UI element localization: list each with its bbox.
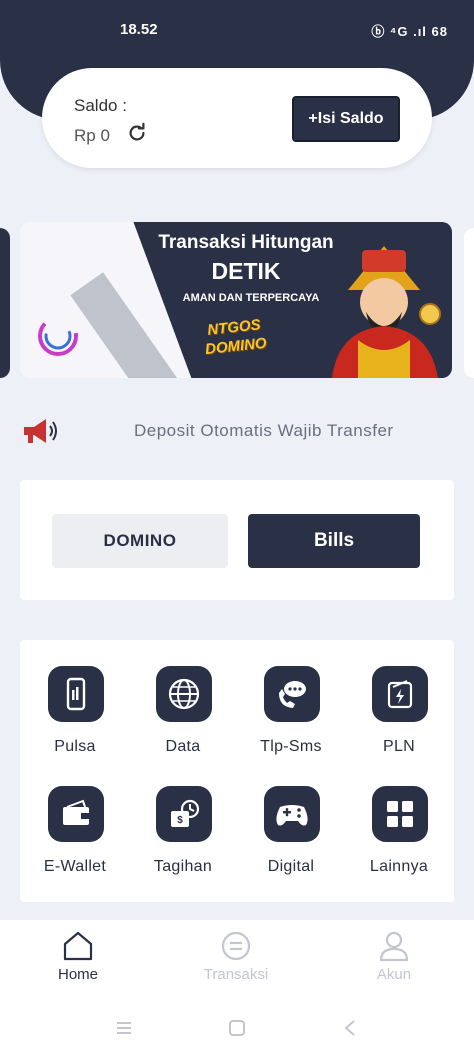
tab-domino[interactable]: DOMINO <box>52 514 228 568</box>
menu-item-tlp-sms[interactable]: Tlp-Sms <box>244 666 338 776</box>
recent-apps-icon[interactable] <box>112 1016 136 1040</box>
wallet-icon <box>48 786 104 842</box>
announcement-text: Deposit Otomatis Wajib Transfer <box>134 421 394 440</box>
menu-label: Lainnya <box>369 858 429 875</box>
nav-label-akun: Akun <box>376 966 412 983</box>
menu-label: Digital <box>267 858 315 875</box>
status-bar: 18.52 ⓑ ⁴G .ıl 68 <box>0 0 474 48</box>
nav-akun[interactable]: Akun <box>344 930 444 996</box>
nav-home[interactable]: Home <box>28 930 128 996</box>
menu-label: Tlp-Sms <box>260 738 322 755</box>
status-time: 18.52 <box>120 21 158 38</box>
gamepad-icon <box>264 786 320 842</box>
svg-text:$: $ <box>177 815 183 826</box>
menu-item-e-wallet[interactable]: E-Wallet <box>28 786 122 896</box>
menu-label: PLN <box>382 738 416 755</box>
menu-item-data[interactable]: Data <box>136 666 230 776</box>
fortune-god-illustration <box>332 246 441 378</box>
menu-item-lainnya[interactable]: Lainnya <box>352 786 446 896</box>
back-icon[interactable] <box>338 1016 362 1040</box>
nav-transaksi[interactable]: Transaksi <box>186 930 286 996</box>
banner-prev-peek[interactable] <box>0 228 10 378</box>
banner-next-peek[interactable] <box>464 228 474 378</box>
chat-call-icon <box>264 666 320 722</box>
megaphone-icon <box>24 419 57 443</box>
home-icon <box>63 931 93 961</box>
grid-icon <box>372 786 428 842</box>
promo-banner[interactable]: Transaksi Hitungan DETIK AMAN DAN TERPER… <box>20 222 452 378</box>
menu-item-tagihan[interactable]: $ Tagihan <box>136 786 230 896</box>
saldo-card: Saldo : Rp 0 +Isi Saldo <box>42 68 432 168</box>
menu-label: E-Wallet <box>43 858 107 875</box>
menu-item-pulsa[interactable]: Pulsa <box>28 666 122 776</box>
nav-label-home: Home <box>57 966 98 983</box>
nav-label-transaksi: Transaksi <box>203 966 269 983</box>
phone-icon <box>48 666 104 722</box>
menu-label: Data <box>165 738 201 755</box>
system-navigation-bar <box>0 1002 474 1054</box>
menu-label: Pulsa <box>54 738 96 755</box>
bottom-navigation: Home Transaksi Akun <box>0 920 474 1002</box>
saldo-value: Rp 0 <box>74 126 110 145</box>
home-button-icon[interactable] <box>225 1016 249 1040</box>
tab-bills[interactable]: Bills <box>248 514 420 568</box>
user-icon <box>379 931 409 962</box>
refresh-icon[interactable] <box>126 122 148 144</box>
menu-label: Tagihan <box>153 858 213 875</box>
status-icons: ⓑ ⁴G .ıl 68 <box>371 24 448 39</box>
menu-item-digital[interactable]: Digital <box>244 786 338 896</box>
bill-clock-icon: $ <box>156 786 212 842</box>
transaction-icon <box>221 931 251 961</box>
electricity-icon <box>372 666 428 722</box>
category-tabs-card: DOMINO Bills <box>20 480 454 600</box>
brand-logo-icon <box>38 316 78 356</box>
saldo-label: Saldo : <box>74 96 127 115</box>
topup-button[interactable]: +Isi Saldo <box>292 96 400 142</box>
menu-item-pln[interactable]: PLN <box>352 666 446 776</box>
service-menu-card: Pulsa Data Tlp-Sms PLN E-Wallet $ Tagiha… <box>20 640 454 902</box>
globe-icon <box>156 666 212 722</box>
